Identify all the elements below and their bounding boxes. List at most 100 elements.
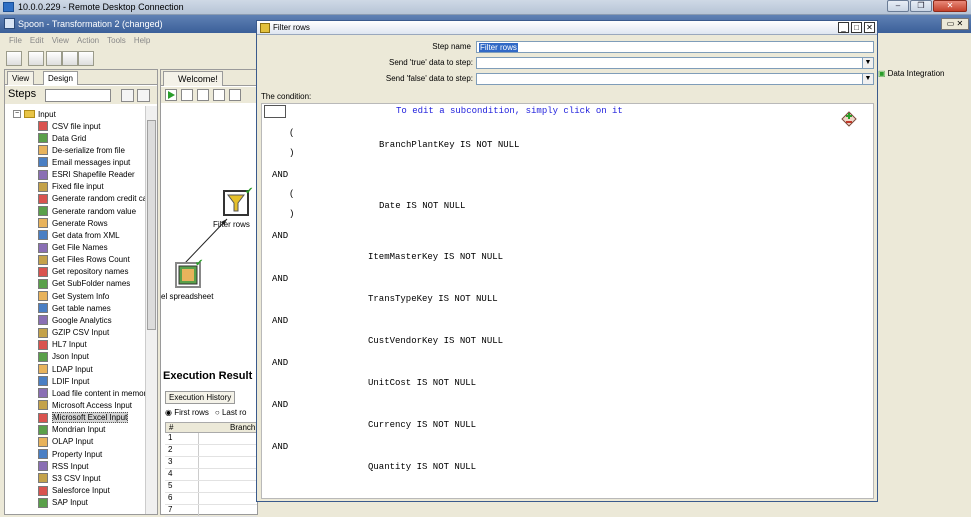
condition-text[interactable]: Quantity IS NOT NULL (368, 462, 476, 472)
radio-last-label: Last ro (221, 408, 247, 417)
condition-text[interactable]: CustVendorKey IS NOT NULL (368, 336, 503, 346)
step-item[interactable]: Generate random credit car (38, 193, 145, 205)
save-as-button[interactable] (78, 51, 94, 66)
step-item[interactable]: S3 CSV Input (38, 472, 100, 484)
step-item[interactable]: Email messages input (38, 156, 130, 168)
preview-button[interactable] (213, 89, 225, 101)
condition-editor[interactable]: To edit a subcondition, simply click on … (261, 103, 874, 499)
menu-view[interactable]: View (52, 36, 69, 45)
rdc-minimize-button[interactable]: – (887, 0, 909, 12)
table-row[interactable]: 7 (165, 505, 257, 517)
steps-scroll-thumb[interactable] (147, 120, 156, 330)
menu-edit[interactable]: Edit (30, 36, 44, 45)
step-item[interactable]: Microsoft Access Input (38, 399, 132, 411)
menu-action[interactable]: Action (77, 36, 99, 45)
step-item[interactable]: Get Files Rows Count (38, 254, 130, 266)
step-item[interactable]: RSS Input (38, 460, 88, 472)
stop-icon[interactable] (197, 89, 209, 101)
col-branch[interactable]: Branch (200, 423, 255, 432)
step-item[interactable]: LDAP Input (38, 363, 93, 375)
radio-last-rows[interactable]: ○ Last ro (215, 408, 247, 417)
hop-arrow[interactable] (181, 215, 241, 265)
tab-view[interactable]: View (7, 71, 35, 85)
step-item[interactable]: Microsoft Excel Input (38, 412, 129, 424)
rdc-close-button[interactable]: ✕ (933, 0, 967, 12)
play-icon[interactable] (165, 89, 177, 101)
step-item[interactable]: GZIP CSV Input (38, 327, 109, 339)
tab-design[interactable]: Design (43, 71, 78, 85)
step-item[interactable]: Data Grid (38, 132, 86, 144)
step-item[interactable]: ESRI Shapefile Reader (38, 169, 135, 181)
new-file-button[interactable] (6, 51, 22, 66)
step-item[interactable]: Load file content in memory (38, 387, 145, 399)
steps-scrollbar[interactable] (145, 106, 157, 514)
menu-help[interactable]: Help (134, 36, 150, 45)
step-item[interactable]: Fixed file input (38, 181, 104, 193)
collapse-all-button[interactable] (121, 89, 134, 102)
step-item[interactable]: Get System Info (38, 290, 109, 302)
menu-file[interactable]: File (9, 36, 22, 45)
step-item[interactable]: Get SubFolder names (38, 278, 130, 290)
step-item[interactable]: Mondrian Input (38, 424, 105, 436)
condition-text[interactable]: ItemMasterKey IS NOT NULL (368, 252, 503, 262)
step-name-input[interactable]: Filter rows (476, 41, 874, 53)
expand-all-button[interactable] (137, 89, 150, 102)
step-item[interactable]: Property Input (38, 448, 102, 460)
condition-text[interactable]: Date IS NOT NULL (379, 201, 465, 211)
chevron-down-icon[interactable]: ▼ (862, 58, 873, 68)
perspective-switch[interactable]: ▣ Data Integration (878, 69, 945, 78)
table-row[interactable]: 5 (165, 481, 257, 493)
condition-text[interactable]: Currency IS NOT NULL (368, 420, 476, 430)
table-row[interactable]: 4 (165, 469, 257, 481)
pause-icon[interactable] (181, 89, 193, 101)
col-number[interactable]: # (166, 423, 200, 432)
step-item[interactable]: Google Analytics (38, 314, 112, 326)
step-item[interactable]: OLAP Input (38, 436, 93, 448)
step-item[interactable]: Json Input (38, 351, 89, 363)
step-item[interactable]: LDIF Input (38, 375, 89, 387)
step-item-label: Load file content in memory (52, 388, 145, 398)
send-false-select[interactable]: ▼ (476, 73, 874, 85)
debug-button[interactable] (229, 89, 241, 101)
add-condition-icon[interactable] (840, 110, 858, 128)
step-item[interactable]: Get data from XML (38, 229, 120, 241)
dialog-minimize-button[interactable]: _ (838, 22, 849, 33)
menu-tools[interactable]: Tools (107, 36, 126, 45)
dialog-close-button[interactable]: ✕ (864, 22, 875, 33)
table-row[interactable]: 6 (165, 493, 257, 505)
step-item[interactable]: De-serialize from file (38, 144, 125, 156)
collapse-icon[interactable]: − (13, 110, 21, 118)
dialog-maximize-button[interactable]: □ (851, 22, 862, 33)
category-label: Input (38, 109, 56, 119)
open-file-button[interactable] (28, 51, 44, 66)
step-item[interactable]: SAP Input (38, 497, 88, 509)
explore-button[interactable] (46, 51, 62, 66)
save-button[interactable] (62, 51, 78, 66)
send-true-select[interactable]: ▼ (476, 57, 874, 69)
step-item[interactable]: Get table names (38, 302, 111, 314)
condition-text[interactable]: UnitCost IS NOT NULL (368, 378, 476, 388)
condition-text[interactable]: BranchPlantKey IS NOT NULL (379, 140, 519, 150)
tab-execution-history[interactable]: Execution History (165, 391, 236, 404)
table-row[interactable]: 2 (165, 445, 257, 457)
radio-first-rows[interactable]: ◉ First rows (165, 408, 209, 417)
step-item[interactable]: Get repository names (38, 266, 128, 278)
spoon-window-controls[interactable]: ▭ ✕ (941, 18, 969, 30)
step-item[interactable]: Salesforce Input (38, 485, 110, 497)
condition-label: The condition: (261, 92, 312, 101)
step-item[interactable]: Generate random value (38, 205, 136, 217)
rdc-restore-button[interactable]: ❐ (910, 0, 932, 12)
step-item[interactable]: Generate Rows (38, 217, 108, 229)
chevron-down-icon[interactable]: ▼ (862, 74, 873, 84)
tree-category-input[interactable]: − Input (13, 108, 56, 120)
tab-welcome[interactable]: Welcome! (163, 71, 223, 86)
step-icon (38, 400, 48, 411)
step-item[interactable]: CSV file input (38, 120, 100, 132)
table-row[interactable]: 3 (165, 457, 257, 469)
step-item[interactable]: Get File Names (38, 242, 108, 254)
step-item[interactable]: HL7 Input (38, 339, 87, 351)
negate-toggle[interactable] (264, 105, 286, 118)
steps-search-input[interactable] (45, 89, 111, 102)
condition-text[interactable]: TransTypeKey IS NOT NULL (368, 294, 498, 304)
table-row[interactable]: 1 (165, 433, 257, 445)
